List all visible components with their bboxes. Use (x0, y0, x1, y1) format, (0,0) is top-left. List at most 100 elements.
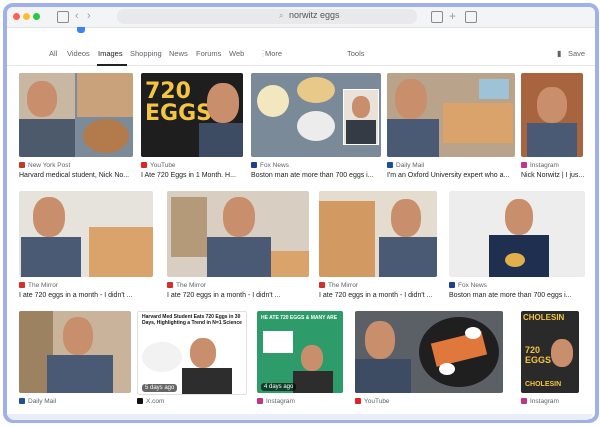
image-result-12[interactable]: HE ATE 720 EGGS & MANY ARE 4 days ago (257, 311, 343, 393)
face-shape (27, 81, 57, 117)
result-7-caption[interactable]: I ate 720 eggs in a month - I didn't ... (167, 292, 280, 299)
image-result-13[interactable] (355, 311, 503, 393)
result-3-caption[interactable]: Boston man ate more than 700 eggs i... (251, 172, 374, 179)
image-result-4[interactable] (387, 73, 515, 157)
result-10-source: Daily Mail (19, 398, 56, 405)
face-shape (391, 199, 421, 237)
window-shadow (8, 414, 592, 420)
image-result-8[interactable] (319, 191, 437, 277)
result-8-caption[interactable]: I ate 720 eggs in a month - I didn't ... (319, 292, 432, 299)
result-6-caption[interactable]: I ate 720 eggs in a month - I didn't ... (19, 292, 132, 299)
source-name: Daily Mail (28, 398, 57, 405)
source-favicon (167, 282, 173, 288)
new-tab-icon[interactable]: + (449, 9, 456, 23)
active-tab-indicator (97, 64, 127, 66)
image-result-11[interactable]: Harvard Med Student Eats 720 Eggs in 30 … (137, 311, 247, 395)
tab-images[interactable]: Images (98, 49, 123, 58)
tools-button[interactable]: Tools (347, 49, 365, 58)
result-1-caption[interactable]: Harvard medical student, Nick No... (19, 172, 129, 179)
image-result-9[interactable] (449, 191, 585, 277)
face-shape (301, 345, 323, 371)
cholesin-top-text: CHOLESIN (523, 313, 565, 322)
face-shape (190, 338, 216, 368)
inset-portrait (343, 89, 379, 145)
source-name: Instagram (530, 162, 559, 169)
sidebar-icon[interactable] (57, 11, 69, 23)
face-shape (352, 96, 370, 118)
back-icon[interactable]: ‹ (75, 10, 79, 22)
source-name: YouTube (364, 398, 390, 405)
egg-cartons-image (319, 201, 375, 277)
source-name: The Mirror (28, 282, 58, 289)
search-tabs: All Videos Images Shopping News Forums W… (7, 45, 595, 66)
image-result-5[interactable] (521, 73, 583, 157)
result-13-source: YouTube (355, 398, 390, 405)
age-badge: 5 days ago (142, 384, 178, 392)
tab-forums[interactable]: Forums (196, 49, 221, 58)
address-bar[interactable] (117, 9, 417, 24)
tab-shopping[interactable]: Shopping (130, 49, 162, 58)
tab-more[interactable]: More (265, 49, 282, 58)
image-result-7[interactable] (167, 191, 309, 277)
food-item (505, 253, 525, 267)
image-result-10[interactable] (19, 311, 131, 393)
image-result-2[interactable]: 720 EGGS (141, 73, 243, 157)
save-button[interactable]: Save (568, 49, 585, 58)
share-icon[interactable] (431, 11, 443, 23)
pasta-dish-icon (297, 77, 335, 103)
image-result-14[interactable]: CHOLESIN 720 EGGS CHOLESIN (521, 311, 579, 393)
source-favicon (251, 162, 257, 168)
source-favicon (319, 282, 325, 288)
bookshelf-shape (171, 197, 207, 257)
google-logo-fragment (77, 27, 85, 33)
tab-web[interactable]: Web (229, 49, 244, 58)
result-2-caption[interactable]: I Ate 720 Eggs in 1 Month. H... (141, 172, 236, 179)
search-icon: ⌕ (279, 11, 284, 20)
hoodie-shape (355, 359, 411, 393)
image-result-6[interactable] (19, 191, 153, 277)
source-name: New York Post (28, 162, 71, 169)
x-icon (137, 398, 143, 404)
image-result-3[interactable] (251, 73, 381, 157)
face-shape (33, 197, 65, 237)
bookmark-icon[interactable]: ▮ (557, 49, 561, 58)
source-favicon (449, 282, 455, 288)
close-window-button[interactable] (13, 13, 20, 20)
article-card (263, 331, 293, 353)
image-result-1[interactable] (19, 73, 133, 157)
forward-icon[interactable]: › (87, 10, 91, 22)
source-name: Daily Mail (396, 162, 425, 169)
face-shape (63, 317, 93, 355)
tab-news[interactable]: News (169, 49, 188, 58)
eggs-title-text: 720 EGGS (525, 345, 552, 365)
egg-dish-icon (257, 85, 289, 117)
minimize-window-button[interactable] (23, 13, 30, 20)
result-11-source: X.com (137, 398, 164, 405)
source-favicon (19, 398, 25, 404)
source-favicon (19, 282, 25, 288)
egg-bowl-image (83, 119, 129, 153)
age-badge: 4 days ago (261, 383, 297, 391)
hoodie-shape (21, 237, 81, 277)
tab-videos[interactable]: Videos (67, 49, 90, 58)
youtube-icon (355, 398, 361, 404)
face-shape (365, 321, 395, 359)
ig-headline: HE ATE 720 EGGS & MANY ARE (261, 315, 338, 321)
result-9-caption[interactable]: Boston man ate more than 700 eggs i... (449, 292, 572, 299)
result-9-source: Fox News (449, 282, 487, 289)
result-5-caption[interactable]: Nick Norwitz | I jus... (521, 172, 584, 179)
egg-shape (439, 363, 455, 375)
egg-cartons-image (89, 227, 153, 277)
hoodie-shape (207, 237, 271, 277)
browser-window: ‹ › ◐ ⌕ norwitz eggs + All Videos Images… (3, 3, 599, 423)
result-12-source: Instagram (257, 398, 295, 405)
shirt-shape (182, 368, 232, 394)
result-4-caption[interactable]: I'm an Oxford University expert who a... (387, 172, 509, 179)
tab-overview-icon[interactable] (465, 11, 477, 23)
zoom-window-button[interactable] (33, 13, 40, 20)
tab-all[interactable]: All (49, 49, 57, 58)
result-1-source: New York Post (19, 162, 70, 169)
x-post-headline: Harvard Med Student Eats 720 Eggs in 30 … (142, 314, 242, 326)
result-5-source: Instagram (521, 162, 559, 169)
face-shape (537, 87, 567, 123)
